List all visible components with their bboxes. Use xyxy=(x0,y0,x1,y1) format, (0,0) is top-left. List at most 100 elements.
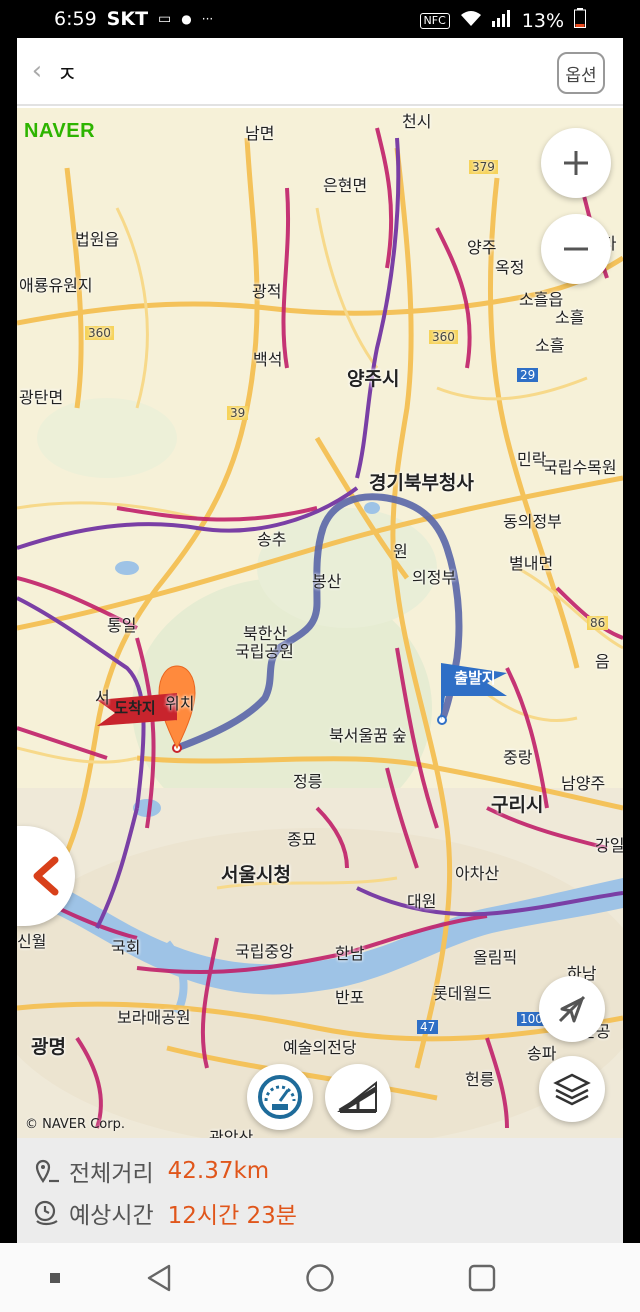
map-label: 송추 xyxy=(257,530,287,549)
map-label: 옥정 xyxy=(495,258,525,277)
app-window: ‹ ㅈ 옵션 남면 천시 은현면 법원읍 애룡유원지 광적 백석 광탄면 양주시… xyxy=(17,38,623,1243)
map-label: 반포 xyxy=(335,988,365,1007)
end-flag[interactable]: 도착지 xyxy=(105,696,165,718)
map-label: 국립공원 xyxy=(235,642,294,661)
map-label: 남면 xyxy=(245,124,275,143)
map-label: 소흘 xyxy=(535,336,565,355)
recents-dot-icon xyxy=(50,1273,60,1283)
map-label: 관악산 xyxy=(209,1128,254,1138)
gps-toggle-button[interactable] xyxy=(539,976,605,1042)
road-shield: 360 xyxy=(85,326,114,340)
road-shield: 29 xyxy=(517,368,539,382)
distance-row: 전체거리 42.37km xyxy=(33,1154,269,1188)
options-button[interactable]: 옵션 xyxy=(557,52,605,94)
map-label: 법원읍 xyxy=(75,230,120,249)
distance-label: 전체거리 xyxy=(69,1161,154,1187)
time-label: 예상시간 xyxy=(69,1203,154,1229)
map-label: 신월 xyxy=(17,932,47,951)
route-summary: 전체거리 42.37km 예상시간 12시간 23분 xyxy=(17,1138,623,1243)
map-label: 보라매공원 xyxy=(117,1008,191,1027)
chevron-left-icon xyxy=(33,856,59,896)
wifi-icon xyxy=(460,9,482,32)
map-label: 별내면 xyxy=(509,554,554,573)
map-label: 양주 xyxy=(467,238,497,257)
time-value: 12시간 23분 xyxy=(167,1203,297,1229)
map-label: 중랑 xyxy=(503,748,533,767)
road-shield: 39 xyxy=(227,406,249,420)
map-view[interactable]: 남면 천시 은현면 법원읍 애룡유원지 광적 백석 광탄면 양주시 양주 옥정 … xyxy=(17,108,623,1138)
map-label: 광명 xyxy=(31,1036,66,1058)
map-label: 국립수목원 xyxy=(543,458,617,477)
map-label: 예술의전당 xyxy=(283,1038,357,1057)
start-flag[interactable]: 출발지 xyxy=(445,666,505,688)
map-label: 애룡유원지 xyxy=(19,276,93,295)
map-label: 의정부 xyxy=(412,568,457,587)
plus-icon xyxy=(564,151,588,175)
home-button[interactable] xyxy=(303,1261,337,1295)
speed-info-button[interactable] xyxy=(247,1064,313,1130)
map-label: 올림픽 xyxy=(473,948,518,967)
recent-apps-button[interactable] xyxy=(38,1261,72,1295)
search-header: ‹ ㅈ 옵션 xyxy=(17,38,623,106)
map-label: 동의정부 xyxy=(503,512,562,531)
map-label: 양주시 xyxy=(347,368,400,390)
square-icon xyxy=(468,1264,496,1292)
map-label: 숲 xyxy=(392,726,407,745)
overview-button[interactable] xyxy=(465,1261,499,1295)
copyright: © NAVER Corp. xyxy=(25,1117,125,1132)
location-distance-icon xyxy=(35,1159,59,1183)
battery-percent: 13% xyxy=(521,9,564,32)
phone-screen: 6:59 SKT ▭ ● ··· NFC 13% ‹ ㅈ 옵션 남면 천시 은현… xyxy=(0,0,640,1312)
map-label: 소흘 xyxy=(555,308,585,327)
map-label: 서울시청 xyxy=(221,864,291,886)
map-label: 강일 xyxy=(595,836,623,855)
map-label: 은현면 xyxy=(323,176,368,195)
home-circle-icon xyxy=(306,1264,334,1292)
map-label: 백석 xyxy=(253,350,283,369)
map-label: 대원 xyxy=(407,892,437,911)
layers-icon xyxy=(553,1073,591,1106)
back-button[interactable]: ‹ xyxy=(23,58,51,86)
time-location-icon xyxy=(34,1200,58,1226)
map-label: 북서울꿈 xyxy=(329,726,388,745)
triangle-back-icon xyxy=(147,1264,171,1292)
zoom-in-button[interactable] xyxy=(541,128,611,198)
map-label: 한남 xyxy=(335,944,365,963)
elevation-button[interactable] xyxy=(325,1064,391,1130)
slope-icon xyxy=(337,1080,378,1114)
chevron-left-icon: ‹ xyxy=(31,56,43,86)
map-label: 정릉 xyxy=(293,772,323,791)
road-shield: 360 xyxy=(429,330,458,344)
naver-logo: NAVER xyxy=(24,120,96,142)
map-label: 종묘 xyxy=(287,830,317,849)
map-label: 통일 xyxy=(107,616,137,635)
distance-value: 42.37km xyxy=(167,1158,270,1184)
search-input[interactable]: ㅈ xyxy=(57,57,77,89)
map-label: 봉산 xyxy=(312,572,342,591)
back-nav-button[interactable] xyxy=(142,1261,176,1295)
status-bar: 6:59 SKT ▭ ● ··· NFC 13% xyxy=(0,0,640,38)
map-label: 송파 xyxy=(527,1044,557,1063)
battery-icon xyxy=(574,8,586,33)
more-notifications-icon: ··· xyxy=(201,12,214,26)
road-shield: 86 xyxy=(587,616,609,630)
map-label: 구리시 xyxy=(491,794,544,816)
system-nav-bar xyxy=(0,1243,640,1312)
speedometer-icon xyxy=(258,1075,302,1119)
map-label: 천시 xyxy=(402,112,432,131)
map-label: 국립중앙 xyxy=(235,942,294,961)
clock: 6:59 xyxy=(54,8,97,30)
message-icon: ▭ xyxy=(158,11,172,27)
road-shield: 47 xyxy=(417,1020,439,1034)
map-label: 경기북부청사 xyxy=(369,472,474,494)
start-flag-label: 출발지 xyxy=(454,668,496,687)
map-label: 헌릉 xyxy=(465,1070,495,1089)
road-shield: 379 xyxy=(469,160,498,174)
map-label: 아차산 xyxy=(455,864,500,883)
layers-button[interactable] xyxy=(539,1056,605,1122)
zoom-out-button[interactable] xyxy=(541,214,611,284)
map-label: 광탄면 xyxy=(19,388,64,407)
map-label: 음 xyxy=(595,652,610,671)
signal-icon xyxy=(491,9,512,32)
map-label: 남양주 xyxy=(561,774,606,793)
